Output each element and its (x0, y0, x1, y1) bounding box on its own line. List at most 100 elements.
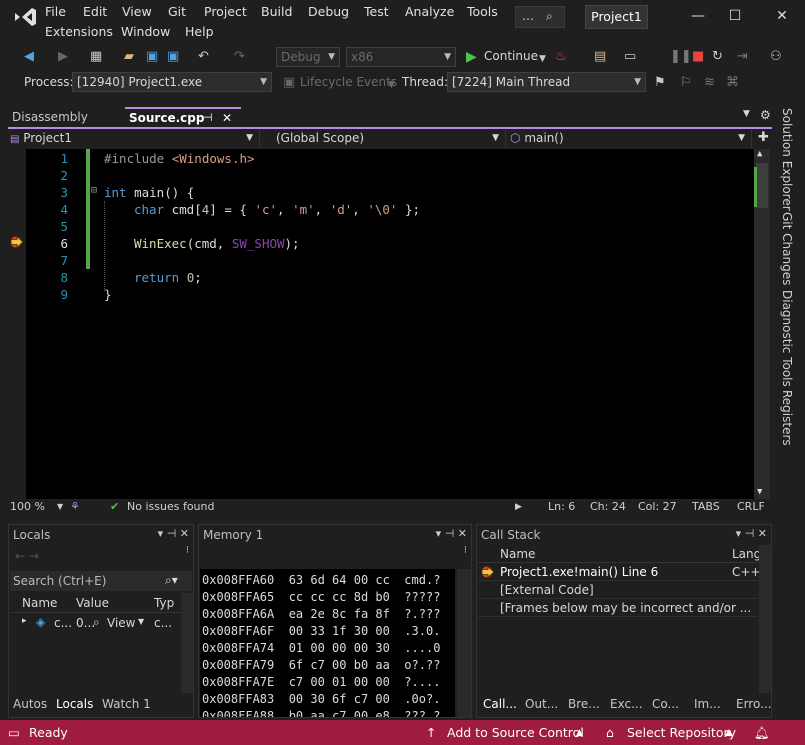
memory-row[interactable]: 0x008FFA60 63 6d 64 00 cc cmd.? (202, 573, 440, 587)
menu-window[interactable]: Window (121, 24, 170, 39)
play-icon[interactable]: ▶ (466, 49, 477, 65)
memory-row[interactable]: 0x008FFA7E c7 00 01 00 00 ?.... (202, 675, 440, 689)
editor-vertical-scrollbar[interactable]: ▲ ▼ (754, 149, 770, 499)
sidebar-solution-explorer[interactable]: Solution Explorer (780, 108, 794, 211)
column-lang[interactable]: Lang (732, 547, 761, 561)
copilot-icon[interactable]: ⚘ (70, 500, 80, 513)
line-indicator[interactable]: Ln: 6 (548, 500, 575, 513)
pin-icon[interactable]: ⊣ (203, 109, 213, 127)
memory-row[interactable]: 0x008FFA6F 00 33 1f 30 00 .3.0. (202, 624, 440, 638)
repository-caret-icon[interactable]: ▲ (725, 728, 732, 738)
locals-search[interactable]: Search (Ctrl+E) ⌕▾ (10, 571, 192, 591)
expand-icon[interactable]: ▸ (22, 616, 27, 626)
restart-icon[interactable]: ↻ (712, 49, 723, 65)
stop-icon[interactable]: ■ (692, 49, 704, 65)
flag-icon[interactable]: ⚑ (654, 75, 666, 91)
view-button[interactable]: View (107, 616, 135, 630)
select-repository[interactable]: Select Repository (627, 725, 736, 740)
continue-button[interactable]: Continue (484, 49, 538, 63)
close-icon[interactable]: ✕ (772, 8, 792, 28)
char-indicator[interactable]: Ch: 24 (590, 500, 626, 513)
tab-watch-1[interactable]: Watch 1 (102, 697, 151, 711)
hot-reload-icon[interactable]: ♨ (555, 49, 567, 65)
search-input[interactable]: Search (Ctrl+E) (13, 574, 106, 588)
scroll-down-icon[interactable]: ▼ (757, 487, 762, 497)
tab-locals[interactable]: Locals (56, 697, 93, 711)
eol-indicator[interactable]: CRLF (737, 500, 765, 513)
open-folder-icon[interactable]: ▰ (124, 49, 134, 65)
tab-source-cpp[interactable]: Source.cpp ⊣ ✕ (125, 107, 241, 127)
menu-build[interactable]: Build (261, 4, 292, 19)
menu-help[interactable]: Help (185, 24, 214, 39)
menu-edit[interactable]: Edit (83, 4, 107, 19)
menu-git[interactable]: Git (168, 4, 186, 19)
panel-controls[interactable]: ▾ ⊣ ✕ (158, 527, 189, 540)
overflow-icon[interactable]: ⁝ (464, 545, 467, 556)
column-name[interactable]: Name (22, 596, 57, 610)
forward-icon[interactable]: ▶ (58, 49, 68, 65)
back-icon[interactable]: ◀ (24, 49, 34, 65)
tabs-indicator[interactable]: TABS (692, 500, 720, 513)
memory-view[interactable]: 0x008FFA60 63 6d 64 00 cc cmd.? 0x008FFA6… (200, 569, 455, 717)
breakpoint-margin[interactable] (8, 149, 26, 499)
add-to-source-control[interactable]: Add to Source Control (447, 725, 584, 740)
browse-icon[interactable]: ▤ (594, 49, 606, 65)
tab-error-list[interactable]: Erro... (736, 697, 772, 711)
tab-call-stack[interactable]: Call... (483, 697, 517, 711)
pause-icon[interactable]: ❚❚ (670, 49, 692, 65)
menu-extensions[interactable]: Extensions (45, 24, 113, 39)
table-row[interactable]: Project1.exe!main() Line 6 C++ (478, 564, 761, 581)
menu-analyze[interactable]: Analyze (405, 4, 454, 19)
notifications-bell-icon[interactable]: 🔔︎ (754, 725, 770, 741)
menu-view[interactable]: View (122, 4, 152, 19)
source-control-caret-icon[interactable]: ▲ (576, 728, 583, 738)
code-editor[interactable]: 1 2 3 4 5 6 7 8 9 ⊟ #include <Windows.h>… (8, 149, 770, 499)
magnifier-icon[interactable]: ⌕ (93, 615, 100, 630)
scroll-up-icon[interactable]: ▲ (757, 149, 762, 159)
zoom-dropdown-icon[interactable]: ▼ (57, 502, 63, 511)
tab-autos[interactable]: Autos (13, 697, 47, 711)
menu-debug[interactable]: Debug (308, 4, 349, 19)
platform-dropdown[interactable]: x86 ▼ (346, 47, 456, 67)
back-arrow-icon[interactable]: ← → (15, 549, 39, 563)
redo-icon[interactable]: ↷ (234, 49, 245, 65)
lifecycle-events[interactable]: Lifecycle Events (300, 75, 397, 89)
scope-dropdown[interactable]: (Global Scope) ▼ (276, 130, 506, 148)
save-icon[interactable]: ▣ (146, 49, 158, 65)
lifecycle-dropdown-icon[interactable]: ▼ (388, 77, 395, 93)
thread-dropdown[interactable]: [7224] Main Thread ▼ (447, 72, 646, 92)
panel-controls[interactable]: ▾ ⊣ ✕ (736, 527, 767, 540)
settings-gear-icon[interactable]: ⚙ (760, 108, 771, 122)
menu-test[interactable]: Test (364, 4, 389, 19)
live-share-icon[interactable]: ⚇ (770, 49, 782, 65)
panel-controls[interactable]: ▾ ⊣ ✕ (436, 527, 467, 540)
stack-frame-icon[interactable]: ⌘ (726, 75, 739, 91)
column-value[interactable]: Value (76, 596, 109, 610)
call-stack-scrollbar[interactable] (759, 545, 771, 693)
memory-row[interactable]: 0x008FFA83 00 30 6f c7 00 .0o?. (202, 692, 440, 706)
continue-dropdown-icon[interactable]: ▼ (539, 51, 546, 67)
table-row[interactable]: [External Code] (478, 582, 758, 599)
view-dropdown-icon[interactable]: ▼ (138, 617, 144, 626)
overflow-icon[interactable]: ⁝ (186, 545, 189, 556)
tab-breakpoints[interactable]: Bre... (568, 697, 600, 711)
table-row[interactable]: [Frames below may be incorrect and/or ..… (478, 600, 758, 617)
tab-command[interactable]: Co... (652, 697, 679, 711)
function-dropdown[interactable]: ⬡ main() ▼ (510, 130, 752, 148)
search-icon[interactable]: ⌕▾ (165, 573, 178, 588)
hscroll-right-icon[interactable]: ▶ (515, 502, 522, 512)
tab-exceptions[interactable]: Exc... (610, 697, 643, 711)
menu-file[interactable]: File (45, 4, 66, 19)
column-name[interactable]: Name (500, 547, 535, 561)
filter-icon[interactable]: ≋ (704, 75, 715, 91)
tab-immediate[interactable]: Im... (694, 697, 721, 711)
minimize-icon[interactable]: — (688, 8, 708, 28)
tab-disassembly[interactable]: Disassembly (8, 107, 123, 127)
sidebar-git-changes[interactable]: Git Changes (780, 212, 794, 285)
menu-tools[interactable]: Tools (467, 4, 498, 19)
table-row[interactable]: ▸ ◈ c... 0... ⌕ View ▼ c... (10, 614, 182, 632)
sidebar-diagnostic-tools[interactable]: Diagnostic Tools (780, 290, 794, 387)
memory-scrollbar[interactable] (457, 569, 471, 717)
process-dropdown[interactable]: [12940] Project1.exe ▼ (72, 72, 272, 92)
column-indicator[interactable]: Col: 27 (638, 500, 677, 513)
